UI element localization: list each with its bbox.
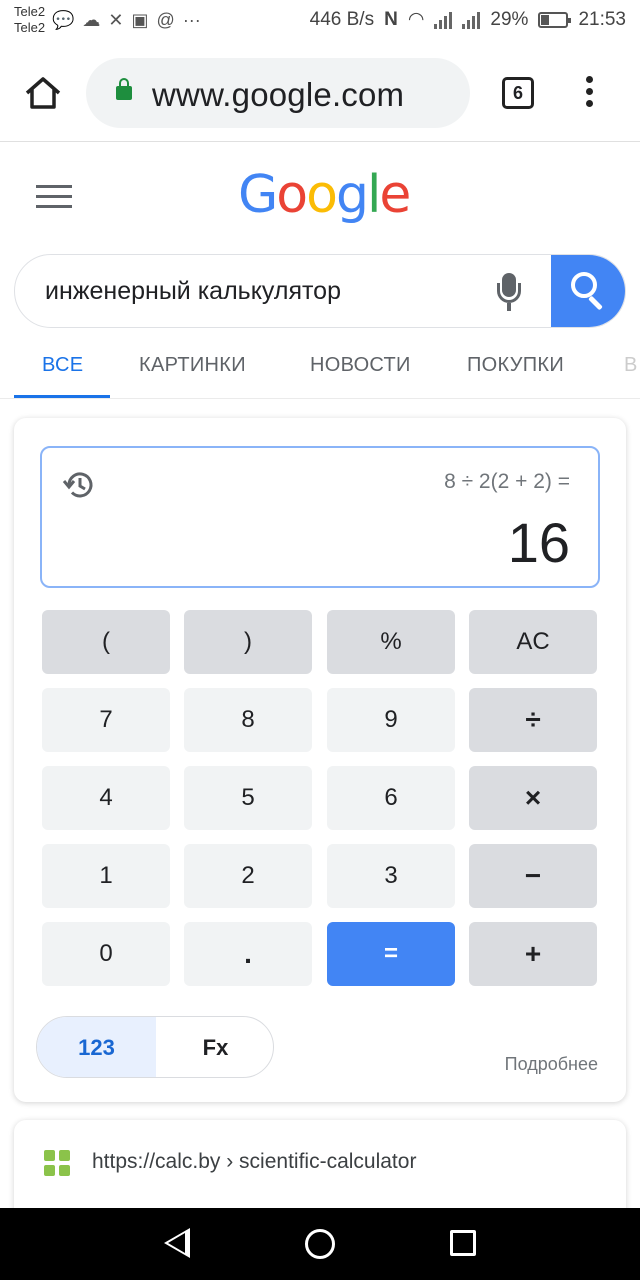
home-icon[interactable] xyxy=(24,76,62,110)
logo-letter: G xyxy=(238,165,278,225)
key-5[interactable]: 5 xyxy=(184,766,312,830)
recent-apps-icon[interactable] xyxy=(450,1230,476,1256)
key-decimal[interactable]: . xyxy=(184,922,312,986)
url-text: www.google.com xyxy=(152,76,405,113)
search-box[interactable]: инженерный калькулятор xyxy=(14,254,626,328)
search-tabs: ВСЕ КАРТИНКИ НОВОСТИ ПОКУПКИ В xyxy=(0,340,640,398)
key-1[interactable]: 1 xyxy=(42,844,170,908)
calculator-card: 8 ÷ 2(2 + 2) = 16 ( ) % AC 7 8 9 ÷ 4 5 6… xyxy=(14,418,626,1102)
key-0[interactable]: 0 xyxy=(42,922,170,986)
at-sign-icon: @ xyxy=(156,10,175,30)
more-notifications-icon: ··· xyxy=(182,10,201,30)
address-bar[interactable]: www.google.com xyxy=(86,58,470,128)
google-logo[interactable]: Google xyxy=(238,165,411,225)
battery-icon xyxy=(538,11,572,28)
tabs-divider xyxy=(0,398,640,399)
key-plus[interactable]: + xyxy=(469,922,597,986)
logo-letter: e xyxy=(379,165,411,225)
calculator-mode-toggle: 123 Fx xyxy=(36,1016,274,1078)
home-circle-icon[interactable] xyxy=(305,1229,335,1259)
mode-functions-button[interactable]: Fx xyxy=(156,1017,273,1077)
menu-icon[interactable] xyxy=(36,185,72,209)
site-favicon-icon xyxy=(44,1150,70,1176)
key-multiply[interactable]: × xyxy=(469,766,597,830)
more-info-link[interactable]: Подробнее xyxy=(505,1054,598,1075)
key-6[interactable]: 6 xyxy=(327,766,455,830)
key-7[interactable]: 7 xyxy=(42,688,170,752)
result-url[interactable]: https://calc.by › scientific-calculator xyxy=(92,1150,416,1174)
carrier-labels: Tele2 Tele2 xyxy=(14,4,45,36)
battery-percent: 29% xyxy=(490,8,529,30)
signal-icon-2 xyxy=(462,11,481,29)
system-navigation-bar xyxy=(0,1208,640,1280)
wifi-icon: ◠ xyxy=(407,9,425,30)
calculator-display: 8 ÷ 2(2 + 2) = 16 xyxy=(40,446,600,588)
tab-shopping[interactable]: ПОКУПКИ xyxy=(467,354,564,377)
calculator-expression: 8 ÷ 2(2 + 2) = xyxy=(444,470,570,493)
tab-switcher-button[interactable]: 6 xyxy=(502,77,534,109)
signal-icon-1 xyxy=(434,11,453,29)
system-indicators: 446 B/s N ◠ 29% 21:53 xyxy=(310,8,626,31)
browser-menu-icon[interactable] xyxy=(584,76,594,112)
lock-icon xyxy=(116,78,132,100)
tab-news[interactable]: НОВОСТИ xyxy=(310,354,411,377)
key-4[interactable]: 4 xyxy=(42,766,170,830)
search-input[interactable]: инженерный калькулятор xyxy=(45,277,341,306)
key-divide[interactable]: ÷ xyxy=(469,688,597,752)
back-icon[interactable] xyxy=(164,1228,190,1258)
logo-letter: g xyxy=(335,165,369,225)
app-notification-icon: ▣ xyxy=(131,10,149,30)
browser-toolbar: www.google.com 6 xyxy=(0,44,640,142)
key-8[interactable]: 8 xyxy=(184,688,312,752)
nfc-icon: N xyxy=(384,8,398,30)
calculator-result: 16 xyxy=(507,511,570,574)
logo-letter: o xyxy=(276,165,308,225)
key-3[interactable]: 3 xyxy=(327,844,455,908)
cloud-icon: ☁ xyxy=(82,10,101,30)
key-equals[interactable]: = xyxy=(327,922,455,986)
missed-call-icon: ✕ xyxy=(108,10,124,30)
notification-icons: 💬 ☁ ✕ ▣ @ ··· xyxy=(52,10,201,31)
key-close-paren[interactable]: ) xyxy=(184,610,312,674)
history-icon[interactable] xyxy=(62,468,96,502)
tab-video-partial[interactable]: В xyxy=(624,354,638,377)
message-icon: 💬 xyxy=(52,10,75,30)
key-percent[interactable]: % xyxy=(327,610,455,674)
key-9[interactable]: 9 xyxy=(327,688,455,752)
network-speed: 446 B/s xyxy=(309,8,375,30)
status-bar: Tele2 Tele2 💬 ☁ ✕ ▣ @ ··· 446 B/s N ◠ 29… xyxy=(0,0,640,44)
key-minus[interactable]: − xyxy=(469,844,597,908)
tab-all[interactable]: ВСЕ xyxy=(42,354,83,377)
google-header: Google xyxy=(0,143,640,253)
carrier-1: Tele2 xyxy=(14,4,46,19)
logo-letter: o xyxy=(306,165,338,225)
tab-images[interactable]: КАРТИНКИ xyxy=(139,354,246,377)
key-open-paren[interactable]: ( xyxy=(42,610,170,674)
search-icon xyxy=(571,272,597,298)
carrier-2: Tele2 xyxy=(14,20,46,35)
search-button[interactable] xyxy=(551,255,625,327)
key-2[interactable]: 2 xyxy=(184,844,312,908)
clock: 21:53 xyxy=(578,8,626,30)
key-all-clear[interactable]: AC xyxy=(469,610,597,674)
mode-numeric-button[interactable]: 123 xyxy=(37,1017,156,1077)
logo-letter: l xyxy=(366,165,382,225)
microphone-icon[interactable] xyxy=(497,273,521,313)
